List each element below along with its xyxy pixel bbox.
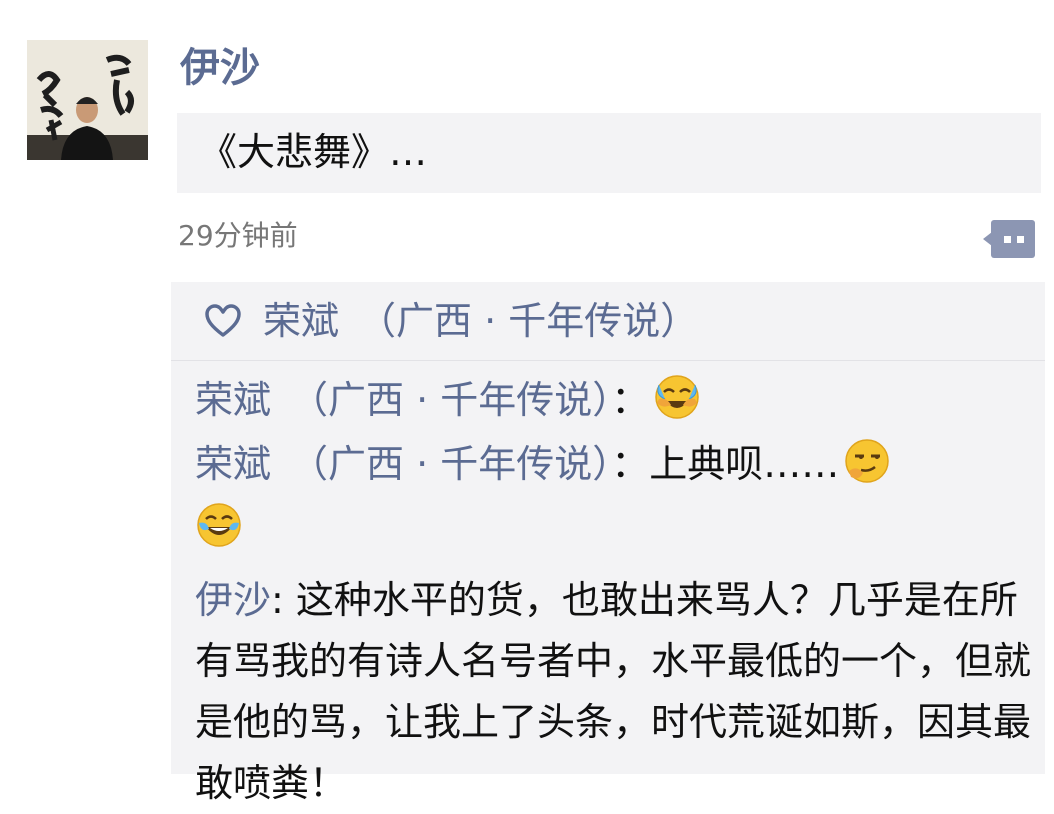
comment-text: 上典呗……: [649, 442, 840, 486]
shared-link-card[interactable]: 《大悲舞》…: [177, 113, 1041, 193]
comment-item[interactable]: 荣斌 （广西 · 千年传说）：: [195, 368, 1031, 432]
comment-author[interactable]: 伊沙: [195, 578, 271, 622]
comment-action-button[interactable]: [982, 218, 1037, 260]
smirk-emoji-icon: [843, 437, 891, 485]
comment-author[interactable]: 荣斌 （广西 · 千年传说）: [195, 442, 611, 486]
crying-laughing-emoji-icon: [653, 373, 701, 421]
likes-comments-panel: 荣斌 （广西 · 千年传说） 荣斌 （广西 · 千年传说）： 荣斌 （广西 · …: [171, 282, 1045, 805]
post-author-name[interactable]: 伊沙: [180, 42, 260, 94]
comment-text: 这种水平的货，也敢出来骂人？几乎是在所有骂我的有诗人名号者中，水平最低的一个，但…: [195, 578, 1032, 805]
avatar[interactable]: [27, 40, 148, 160]
shared-link-title: 《大悲舞》…: [199, 130, 428, 174]
heart-icon: [205, 304, 241, 337]
like-user-name[interactable]: 荣斌 （广西 · 千年传说）: [263, 296, 698, 346]
laughing-tears-emoji-icon: [195, 501, 243, 549]
comment-item[interactable]: 荣斌 （广西 · 千年传说）：上典呗……: [195, 432, 1031, 560]
comment-separator: :: [271, 578, 296, 622]
comment-author[interactable]: 荣斌 （广西 · 千年传说）: [195, 378, 611, 422]
comment-separator: ：: [611, 442, 650, 486]
likes-row: 荣斌 （广西 · 千年传说）: [171, 282, 1045, 361]
comment-list: 荣斌 （广西 · 千年传说）： 荣斌 （广西 · 千年传说）：上典呗…… 伊沙:…: [195, 368, 1031, 814]
post-timestamp: 29分钟前: [178, 219, 298, 252]
comment-item[interactable]: 伊沙: 这种水平的货，也敢出来骂人？几乎是在所有骂我的有诗人名号者中，水平最低的…: [195, 570, 1031, 814]
comment-bubble-icon: [983, 220, 1035, 258]
comment-separator: ：: [611, 378, 650, 422]
